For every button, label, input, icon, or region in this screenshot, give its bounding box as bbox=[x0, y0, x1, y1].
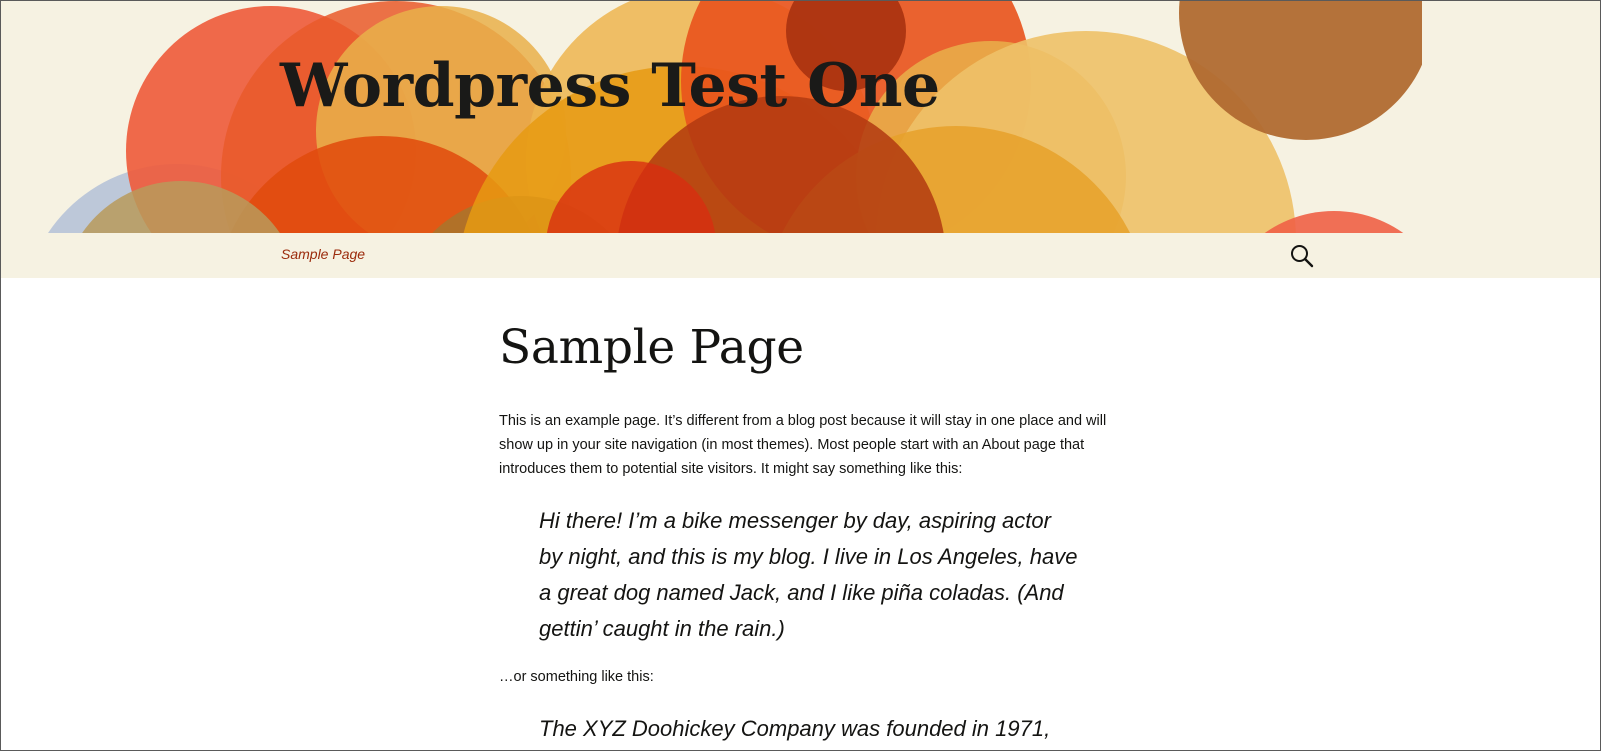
intro-paragraph: This is an example page. It’s different … bbox=[499, 413, 1107, 477]
transition-paragraph: …or something like this: bbox=[499, 669, 654, 685]
search-icon bbox=[1291, 245, 1314, 268]
header-left-strip bbox=[1, 1, 23, 233]
nav-item-sample-page[interactable]: Sample Page bbox=[281, 246, 365, 262]
browser-viewport: Wordpress Test One Sample Page Sample Pa… bbox=[0, 0, 1601, 751]
site-title[interactable]: Wordpress Test One bbox=[280, 51, 940, 121]
search-button[interactable] bbox=[1289, 243, 1315, 269]
header-right-strip bbox=[1422, 1, 1600, 233]
page-content: Sample Page This is an example page. It’… bbox=[499, 278, 1109, 750]
blockquote: The XYZ Doohickey Company was founded in… bbox=[539, 716, 1051, 741]
page-title: Sample Page bbox=[499, 320, 804, 375]
blockquote: Hi there! I’m a bike messenger by day, a… bbox=[539, 508, 1078, 641]
site-header: Wordpress Test One bbox=[1, 1, 1600, 233]
main-navigation: Sample Page bbox=[1, 233, 1600, 278]
